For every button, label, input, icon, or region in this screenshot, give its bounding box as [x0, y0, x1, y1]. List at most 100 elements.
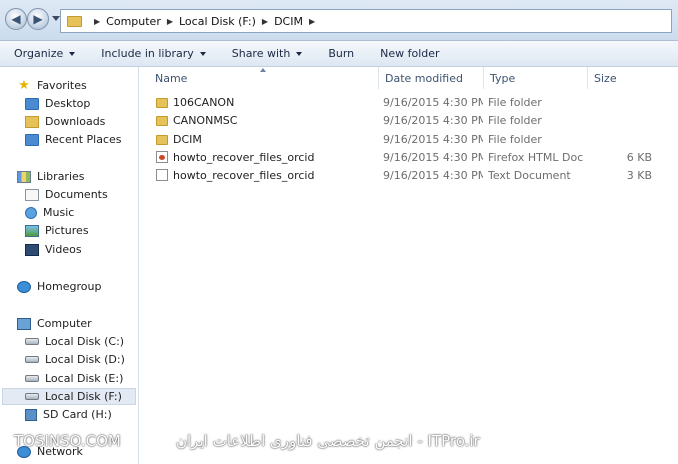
sidebar-item-label: Local Disk (F:): [45, 390, 122, 403]
include-in-library-button[interactable]: Include in library: [101, 47, 206, 60]
file-date: 9/16/2015 4:30 PM: [383, 114, 483, 127]
breadcrumb-dcim[interactable]: DCIM: [274, 15, 303, 28]
sidebar-item-disk-c[interactable]: Local Disk (C:): [25, 333, 124, 350]
documents-icon: [25, 188, 39, 201]
sidebar-item-label: Recent Places: [45, 133, 122, 146]
html-file-icon: [156, 151, 168, 163]
table-row[interactable]: CANONMSC 9/16/2015 4:30 PM File folder: [139, 112, 678, 130]
column-header-label: Date modified: [385, 71, 463, 85]
desktop-icon: [25, 97, 39, 110]
sidebar-item-label: Computer: [37, 317, 92, 330]
sidebar-item-disk-f[interactable]: Local Disk (F:): [2, 388, 136, 405]
sidebar-item-favorites[interactable]: ★ Favorites: [17, 77, 87, 94]
sidebar-item-music[interactable]: Music: [25, 204, 74, 221]
drive-icon: [25, 375, 39, 382]
file-name: howto_recover_files_orcid: [173, 151, 315, 164]
drive-icon: [25, 356, 39, 363]
address-bar-region: ◀ ▶ ▶ Computer ▶ Local Disk (F:) ▶ DCIM …: [0, 0, 678, 41]
drive-icon: [25, 393, 39, 400]
table-row[interactable]: DCIM 9/16/2015 4:30 PM File folder: [139, 131, 678, 149]
music-icon: [25, 206, 37, 219]
sidebar-item-label: Documents: [45, 188, 108, 201]
sidebar-item-label: Pictures: [45, 224, 89, 237]
breadcrumb-separator-icon[interactable]: ▶: [94, 17, 100, 26]
burn-button[interactable]: Burn: [328, 47, 354, 60]
table-row[interactable]: howto_recover_files_orcid 9/16/2015 4:30…: [139, 149, 678, 167]
breadcrumb-computer[interactable]: Computer: [106, 15, 161, 28]
breadcrumb-local-disk-f[interactable]: Local Disk (F:): [179, 15, 256, 28]
downloads-folder-icon: [25, 115, 39, 128]
sidebar-item-label: Local Disk (E:): [45, 372, 124, 385]
file-type: Firefox HTML Doc...: [488, 151, 584, 164]
share-with-label: Share with: [231, 47, 291, 60]
sidebar-item-videos[interactable]: Videos: [25, 241, 82, 258]
sidebar-item-libraries[interactable]: Libraries: [17, 168, 85, 185]
watermark-right: ITPro.ir - انجمن تخصصی فناوری اطلاعات ای…: [176, 432, 480, 450]
recent-places-icon: [25, 133, 39, 146]
libraries-icon: [17, 170, 31, 183]
text-file-icon: [156, 169, 168, 181]
file-name: CANONMSC: [173, 114, 238, 127]
sidebar-item-desktop[interactable]: Desktop: [25, 95, 90, 112]
chevron-down-icon: [296, 51, 303, 56]
column-header-date-modified[interactable]: Date modified: [378, 67, 483, 89]
table-row[interactable]: howto_recover_files_orcid 9/16/2015 4:30…: [139, 167, 678, 185]
share-with-button[interactable]: Share with: [232, 47, 303, 60]
column-header-type[interactable]: Type: [483, 67, 587, 89]
sidebar-item-label: Local Disk (C:): [45, 335, 125, 348]
breadcrumb-separator-icon[interactable]: ▶: [167, 17, 173, 26]
sidebar-item-recent-places[interactable]: Recent Places: [25, 131, 122, 148]
sidebar-item-downloads[interactable]: Downloads: [25, 113, 105, 130]
breadcrumb-separator-icon[interactable]: ▶: [309, 17, 315, 26]
forward-button[interactable]: ▶: [27, 8, 49, 30]
sidebar-item-label: Libraries: [37, 170, 85, 183]
column-header-label: Size: [594, 71, 617, 85]
back-button[interactable]: ◀: [5, 8, 27, 30]
sidebar-item-computer[interactable]: Computer: [17, 315, 92, 332]
sidebar-item-disk-e[interactable]: Local Disk (E:): [25, 370, 123, 387]
sidebar-item-label: Desktop: [45, 97, 91, 110]
folder-icon: [156, 98, 168, 108]
organize-label: Organize: [14, 47, 64, 60]
column-header-size[interactable]: Size: [587, 67, 667, 89]
file-date: 9/16/2015 4:30 PM: [383, 133, 483, 146]
sidebar-item-disk-d[interactable]: Local Disk (D:): [25, 351, 125, 368]
sidebar-item-label: Homegroup: [37, 280, 102, 293]
folder-icon: [156, 116, 168, 126]
recent-locations-dropdown[interactable]: [52, 16, 60, 21]
new-folder-button[interactable]: New folder: [380, 47, 439, 60]
sidebar-item-sd-card[interactable]: SD Card (H:): [25, 406, 112, 423]
back-arrow-icon: ◀: [11, 12, 21, 26]
column-header-label: Name: [155, 71, 188, 85]
burn-label: Burn: [328, 47, 355, 60]
organize-button[interactable]: Organize: [14, 47, 76, 60]
file-type: File folder: [488, 133, 542, 146]
chevron-down-icon: [69, 51, 76, 56]
drive-icon: [25, 338, 39, 345]
watermark-left: TOSINSO.COM: [14, 432, 121, 450]
computer-icon: [17, 317, 31, 330]
column-header-name[interactable]: Name: [149, 67, 378, 89]
file-size: 6 KB: [626, 151, 652, 164]
sd-card-icon: [25, 408, 37, 421]
sidebar-item-pictures[interactable]: Pictures: [25, 222, 89, 239]
table-row[interactable]: 106CANON 9/16/2015 4:30 PM File folder: [139, 94, 678, 112]
breadcrumb[interactable]: ▶ Computer ▶ Local Disk (F:) ▶ DCIM ▶: [60, 9, 672, 33]
star-icon: ★: [18, 77, 30, 93]
file-date: 9/16/2015 4:30 PM: [383, 169, 483, 182]
file-size: [592, 131, 652, 149]
file-date: 9/16/2015 4:30 PM: [383, 96, 483, 109]
forward-arrow-icon: ▶: [33, 12, 43, 26]
sidebar-item-documents[interactable]: Documents: [25, 186, 108, 203]
file-date: 9/16/2015 4:30 PM: [383, 151, 483, 164]
file-size: [592, 112, 652, 130]
sidebar-item-homegroup[interactable]: Homegroup: [17, 278, 101, 295]
breadcrumb-separator-icon[interactable]: ▶: [262, 17, 268, 26]
navigation-pane: ★ Favorites Desktop Downloads Recent Pla…: [0, 67, 139, 464]
column-header-label: Type: [490, 71, 516, 85]
pictures-icon: [25, 224, 39, 237]
file-name: howto_recover_files_orcid: [173, 169, 315, 182]
file-size: [592, 94, 652, 112]
file-type: File folder: [488, 96, 542, 109]
sidebar-item-label: Downloads: [45, 115, 106, 128]
